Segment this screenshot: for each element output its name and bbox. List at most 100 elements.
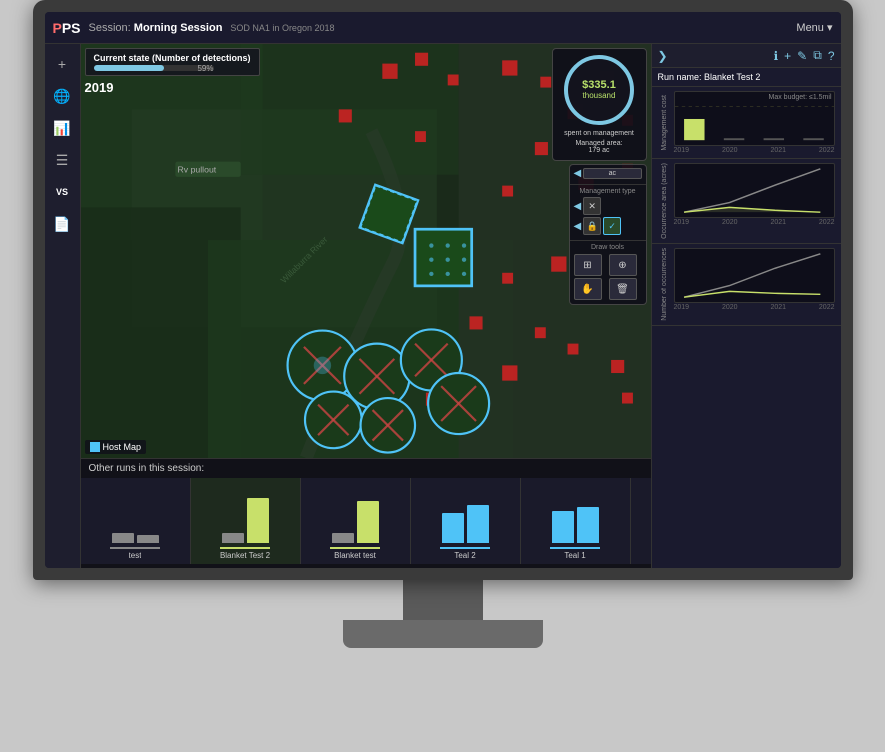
- current-state-box: Current state (Number of detections) 59%: [85, 48, 260, 76]
- run-bars: [442, 491, 489, 543]
- mgmt-type-left-arrow2[interactable]: ◀: [574, 221, 582, 232]
- right-panel-edit-btn[interactable]: ✎: [797, 49, 807, 63]
- management-panel: ◀ ac Management type ◀ ✕: [569, 164, 647, 305]
- run-underline: [220, 547, 270, 549]
- mgmt-lock-btn[interactable]: 🔒: [583, 217, 601, 235]
- sidebar-item-add[interactable]: +: [48, 50, 76, 78]
- mgmt-type-row2: ◀ 🔒 ✓: [574, 217, 642, 235]
- mgmt-delete-btn[interactable]: ✕: [583, 197, 601, 215]
- run-card[interactable]: test: [81, 478, 191, 564]
- logo-ps: PS: [62, 20, 81, 36]
- stats-unit: thousand: [583, 91, 616, 100]
- sidebar-item-chart[interactable]: 📊: [48, 114, 76, 142]
- session-runs: Other runs in this session: test Blanket …: [81, 458, 651, 568]
- monitor-stand-base: [343, 620, 543, 648]
- run-name: Blanket Test 2: [220, 551, 270, 560]
- host-map-checkbox[interactable]: [90, 442, 100, 452]
- run-underline: [330, 547, 380, 549]
- monitor-bezel: PPS Session: Morning Session SOD NA1 in …: [33, 0, 853, 580]
- mgmt-type-left-arrow[interactable]: ◀: [574, 201, 582, 212]
- draw-tool-select[interactable]: ⊞: [574, 254, 602, 276]
- chart-x-labels-1: 2019 2020 2021 2022: [674, 147, 835, 154]
- sidebar-item-file[interactable]: 📄: [48, 210, 76, 238]
- stats-amount: $335.1: [582, 80, 616, 91]
- chart-inner-1: Max budget: ≤1.5mil: [674, 91, 835, 154]
- stats-managed: Managed area: 179 ac: [559, 140, 640, 154]
- run-card[interactable]: Teal 1: [521, 478, 631, 564]
- right-panel-info-btn[interactable]: ℹ: [774, 49, 779, 63]
- run-bar: [467, 505, 489, 543]
- globe-icon: 🌐: [53, 88, 70, 105]
- run-card[interactable]: Blanket Test 2: [191, 478, 301, 564]
- run-bars: [222, 491, 269, 543]
- chart-area-3: Number of occurrences: [658, 248, 835, 321]
- chart-num-occurrences: Number of occurrences: [652, 244, 841, 326]
- chart-label-1: Management cost: [661, 95, 668, 151]
- run-bar: [357, 501, 379, 543]
- run-bar: [442, 513, 464, 543]
- run-bars: [552, 491, 599, 543]
- right-panel-add-btn[interactable]: +: [784, 49, 791, 63]
- mgmt-check-btn[interactable]: ✓: [603, 217, 621, 235]
- run-bars: [112, 491, 159, 543]
- run-underline: [440, 547, 490, 549]
- main-content: Rv pullout: [81, 44, 651, 568]
- menu-button[interactable]: Menu ▾: [796, 21, 832, 34]
- max-budget-label: Max budget: ≤1.5mil: [769, 94, 832, 101]
- sidebar-item-list[interactable]: ☰: [48, 146, 76, 174]
- draw-tool-pan[interactable]: ✋: [574, 278, 602, 300]
- logo-p: P: [53, 20, 62, 36]
- right-panel: ❯ ℹ + ✎ ⧉ ? Run name: Blanket Test 2: [651, 44, 841, 568]
- draw-tool-delete[interactable]: 🗑: [609, 278, 637, 300]
- mgmt-type-row1: ◀ ✕: [574, 197, 642, 215]
- sidebar-item-vs[interactable]: VS: [48, 178, 76, 206]
- sidebar-item-globe[interactable]: 🌐: [48, 82, 76, 110]
- run-card[interactable]: Blanket test: [301, 478, 411, 564]
- right-panel-help-btn[interactable]: ?: [828, 49, 835, 63]
- session-runs-header: Other runs in this session:: [81, 459, 651, 478]
- mgmt-ac-left-arrow[interactable]: ◀: [574, 168, 582, 179]
- chart-svg-1: Max budget: ≤1.5mil: [674, 91, 835, 146]
- right-panel-copy-btn[interactable]: ⧉: [813, 48, 822, 63]
- mgmt-type-label: Management type: [574, 188, 642, 195]
- run-bar: [577, 507, 599, 543]
- monitor: PPS Session: Morning Session SOD NA1 in …: [0, 0, 885, 752]
- stats-desc: spent on management: [559, 129, 640, 138]
- chart-management-cost: Management cost Max budget: ≤1.5mil: [652, 87, 841, 159]
- chart-area-1: Management cost Max budget: ≤1.5mil: [658, 91, 835, 154]
- draw-tools-section: Draw tools ⊞ ⊕ ✋ 🗑: [570, 241, 646, 304]
- right-panel-expand-btn[interactable]: ❯: [658, 49, 668, 63]
- map-container: Rv pullout: [81, 44, 651, 458]
- run-bar: [247, 498, 269, 543]
- chart-y-label-2: Occurrence area (acres): [658, 163, 672, 239]
- run-bar: [112, 533, 134, 543]
- svg-text:Rv pullout: Rv pullout: [177, 165, 216, 175]
- progress-bar-fill: [94, 65, 165, 71]
- run-name: Blanket test: [334, 551, 376, 560]
- run-name-row: Run name: Blanket Test 2: [652, 68, 841, 87]
- run-card[interactable]: Teal 1: [631, 478, 651, 564]
- stats-overlay: $335.1 thousand spent on management Mana…: [552, 48, 647, 161]
- host-map-row: Host Map: [85, 440, 147, 454]
- draw-tools-label: Draw tools: [570, 241, 646, 252]
- mgmt-ac-tag: ac: [583, 168, 641, 179]
- run-bar: [332, 533, 354, 543]
- sod-label: SOD NA1 in Oregon 2018: [230, 23, 334, 33]
- progress-label: 59%: [197, 64, 213, 73]
- chart-svg-3: [674, 248, 835, 303]
- run-card[interactable]: Teal 2: [411, 478, 521, 564]
- monitor-screen: PPS Session: Morning Session SOD NA1 in …: [45, 12, 841, 568]
- chart-y-label-3: Number of occurrences: [658, 248, 672, 321]
- list-icon: ☰: [56, 152, 69, 169]
- run-bar: [222, 533, 244, 543]
- app-body: + 🌐 📊 ☰ VS 📄: [45, 44, 841, 568]
- draw-tool-target[interactable]: ⊕: [609, 254, 637, 276]
- sidebar: + 🌐 📊 ☰ VS 📄: [45, 44, 81, 568]
- stats-circle: $335.1 thousand: [564, 55, 634, 125]
- run-underline: [550, 547, 600, 549]
- chart-label-2: Occurrence area (acres): [661, 163, 668, 239]
- run-bar: [137, 535, 159, 543]
- run-bar: [552, 511, 574, 543]
- chart-area-2: Occurrence area (acres): [658, 163, 835, 239]
- app-logo: PPS: [53, 20, 81, 36]
